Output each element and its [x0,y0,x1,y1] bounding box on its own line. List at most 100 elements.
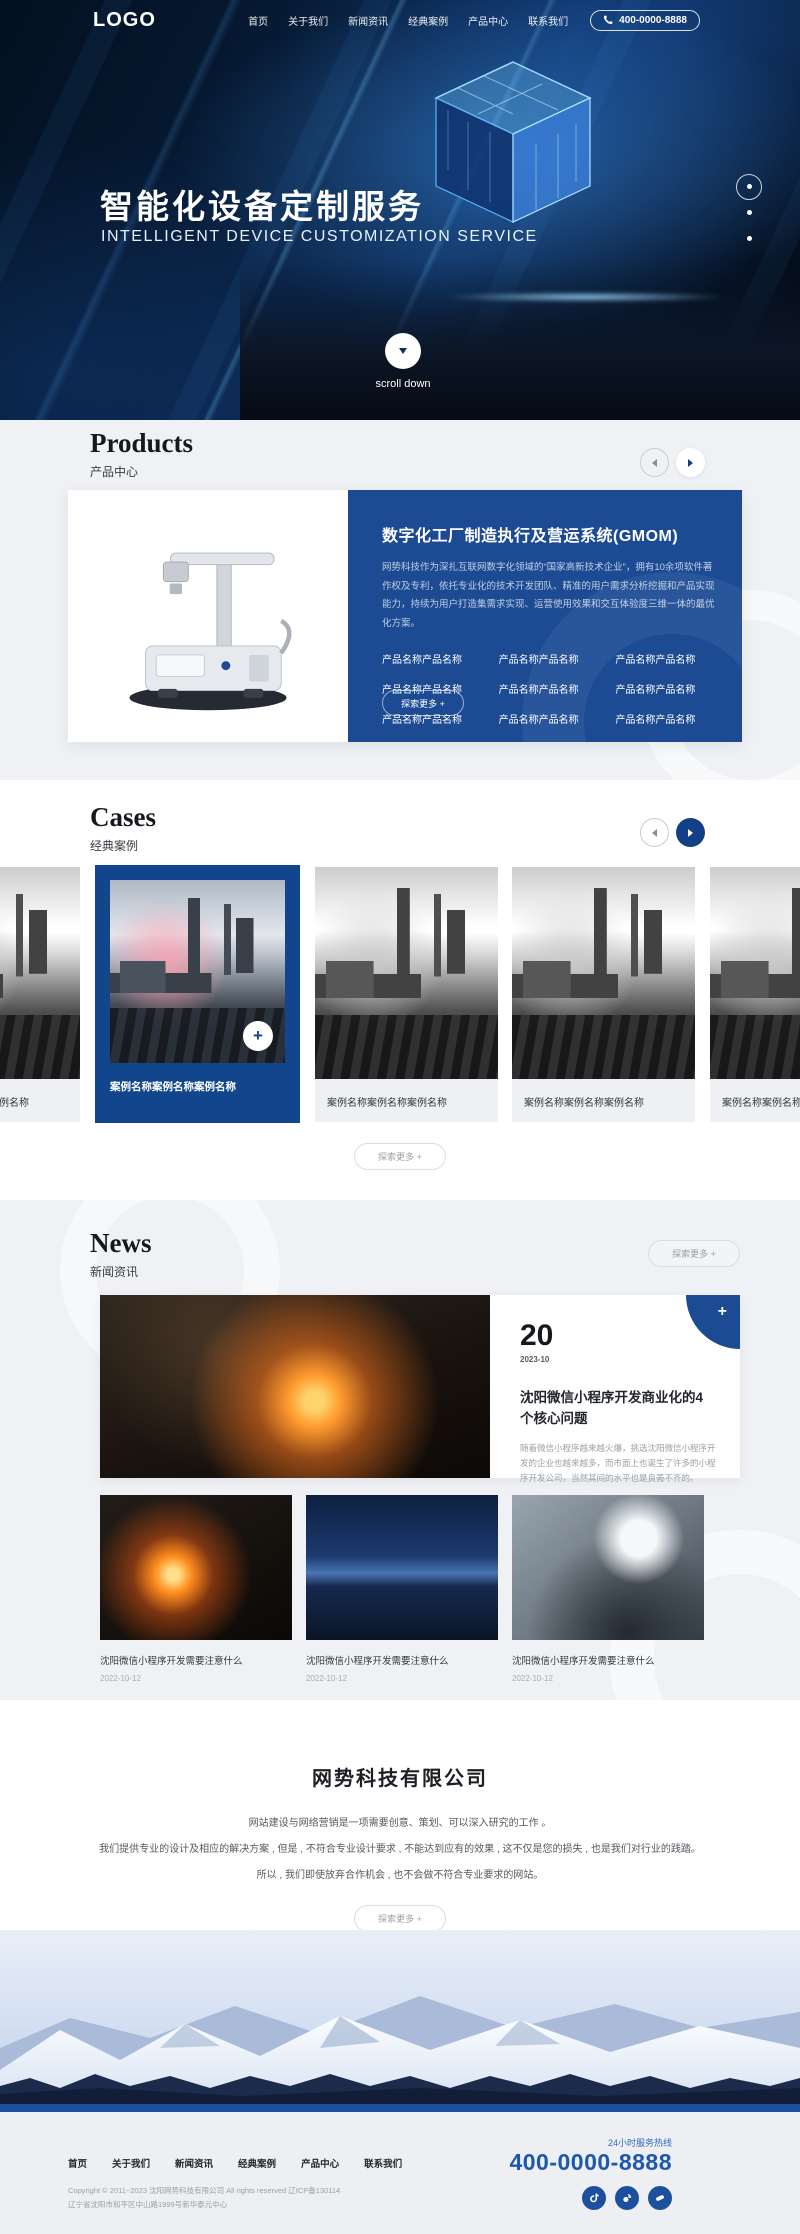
cases-title-en: Cases [90,802,156,833]
toutiao-icon[interactable] [648,2186,672,2210]
hotline-phone: 400-0000-8888 [509,2149,672,2176]
products-carousel-arrows [640,448,705,477]
news-month: 2023-10 [520,1355,720,1364]
products-more-button[interactable]: 探索更多 + [382,690,464,716]
case-card[interactable]: 案例名称案例名称案例名称 [315,867,498,1122]
nav-item-products[interactable]: 产品中心 [468,13,508,28]
cases-more-button[interactable]: 探索更多 + [354,1143,446,1170]
weibo-icon[interactable] [615,2186,639,2210]
news-card[interactable]: 沈阳微信小程序开发需要注意什么 2022-10-12 [512,1495,704,1683]
scroll-down-label: scroll down [368,378,438,390]
arrow-right-icon [688,829,693,837]
social-links [582,2186,672,2210]
products-title-zh: 产品中心 [90,463,193,480]
cases-section-header: Cases 经典案例 [90,802,156,854]
case-caption: 案例名称案例名称案例名称 [710,1079,800,1109]
case-card-active[interactable]: + 案例名称案例名称案例名称 [95,865,300,1123]
nav-item-contact[interactable]: 联系我们 [528,13,568,28]
news-card-row: 沈阳微信小程序开发需要注意什么 2022-10-12 沈阳微信小程序开发需要注意… [100,1495,704,1683]
news-day: 20 [520,1321,720,1351]
featured-news-image [100,1295,490,1478]
scroll-down-indicator: scroll down [368,333,438,390]
hero-glow [440,292,730,302]
footer-nav-news[interactable]: 新闻资讯 [175,2156,213,2170]
nav-item-home[interactable]: 首页 [248,13,268,28]
about-line: 网站建设与网络营销是一项需要创意、策划、可以深入研究的工作 。 [0,1811,800,1837]
copyright: Copyright © 2011~2023 沈阳网势科技有限公司 All rig… [68,2184,340,2213]
cases-carousel-arrows [640,818,705,847]
case-image [0,867,80,1079]
nav-item-cases[interactable]: 经典案例 [408,13,448,28]
news-section: News 新闻资讯 探索更多 + + 20 2023-10 沈阳微信小程序开发商… [0,1200,800,1700]
mountain-photo [0,1930,800,2112]
plus-icon: + [718,1303,727,1321]
blue-divider [0,2104,800,2112]
nav-item-about[interactable]: 关于我们 [288,13,328,28]
footer-nav-about[interactable]: 关于我们 [112,2156,150,2170]
address-line: 辽宁省沈阳市和平区中山路1999号新华泰元中心 [68,2198,340,2212]
footer-nav-cases[interactable]: 经典案例 [238,2156,276,2170]
prev-arrow-button[interactable] [640,448,669,477]
about-more-button[interactable]: 探索更多 + [354,1905,446,1932]
products-title-en: Products [90,428,193,459]
news-card-title[interactable]: 沈阳微信小程序开发需要注意什么 [100,1653,292,1667]
news-card[interactable]: 沈阳微信小程序开发需要注意什么 2022-10-12 [100,1495,292,1683]
hero-dot-2[interactable] [747,210,752,215]
prev-arrow-button[interactable] [640,818,669,847]
news-card-title[interactable]: 沈阳微信小程序开发需要注意什么 [306,1653,498,1667]
about-text: 网站建设与网络营销是一项需要创意、策划、可以深入研究的工作 。 我们提供专业的设… [0,1811,800,1889]
arrow-left-icon [652,829,657,837]
news-card-date: 2022-10-12 [306,1674,498,1683]
case-card[interactable]: 案例名称案例名称案例名称 [512,867,695,1122]
news-title-en: News [90,1228,152,1259]
nav-item-news[interactable]: 新闻资讯 [348,13,388,28]
case-card[interactable]: 案例名称案例名称案例名称 [710,867,800,1122]
about-section: 网势科技有限公司 网站建设与网络营销是一项需要创意、策划、可以深入研究的工作 。… [0,1700,800,1930]
featured-news-card[interactable]: + 20 2023-10 沈阳微信小程序开发商业化的4个核心问题 随着微信小程序… [100,1295,740,1478]
product-title[interactable]: 数字化工厂制造执行及营运系统(GMOM) [382,522,702,546]
hotline-label: 24小时服务热线 [608,2136,672,2149]
footer-nav-products[interactable]: 产品中心 [301,2156,339,2170]
douyin-icon[interactable] [582,2186,606,2210]
news-more-button[interactable]: 探索更多 + [648,1240,740,1267]
hero-title: 智能化设备定制服务 [100,180,424,228]
xray-device-illustration [83,509,333,724]
copyright-line: Copyright © 2011~2023 沈阳网势科技有限公司 All rig… [68,2184,340,2198]
featured-news-title[interactable]: 沈阳微信小程序开发商业化的4个核心问题 [520,1388,715,1430]
hero-banner: LOGO 首页 关于我们 新闻资讯 经典案例 产品中心 联系我们 400-000… [0,0,800,420]
case-caption: 案例名称案例名称案例名称 [512,1079,695,1109]
footer-nav-contact[interactable]: 联系我们 [364,2156,402,2170]
featured-news-panel: + 20 2023-10 沈阳微信小程序开发商业化的4个核心问题 随着微信小程序… [490,1295,740,1478]
product-photo[interactable] [68,490,348,742]
next-arrow-button[interactable] [676,818,705,847]
header-phone-number: 400-0000-8888 [619,15,687,26]
news-card-date: 2022-10-12 [512,1674,704,1683]
product-link[interactable]: 产品名称产品名称 [382,651,499,666]
logo[interactable]: LOGO [93,9,156,32]
page: LOGO 首页 关于我们 新闻资讯 经典案例 产品中心 联系我们 400-000… [0,0,800,2234]
news-card-title[interactable]: 沈阳微信小程序开发需要注意什么 [512,1653,704,1667]
hero-dot-3[interactable] [747,236,752,241]
product-card: 数字化工厂制造执行及营运系统(GMOM) 网势科技作为深扎互联网数字化领域的“国… [68,490,742,742]
news-image [512,1495,704,1640]
top-navigation-bar: LOGO 首页 关于我们 新闻资讯 经典案例 产品中心 联系我们 400-000… [0,0,800,40]
case-caption: 案例名称案例名称案例名称 [315,1079,498,1109]
hero-dot-1-active[interactable] [747,184,752,189]
arrow-left-icon [652,459,657,467]
plus-icon[interactable]: + [243,1021,273,1051]
hero-subtitle: INTELLIGENT DEVICE CUSTOMIZATION SERVICE [101,228,538,246]
case-card[interactable]: 案例名称案例名称案例名称 [0,867,80,1122]
footer-nav-home[interactable]: 首页 [68,2156,87,2170]
main-nav: 首页 关于我们 新闻资讯 经典案例 产品中心 联系我们 [248,13,568,28]
scroll-down-button[interactable] [385,333,421,369]
header-phone-button[interactable]: 400-0000-8888 [590,10,700,31]
cases-carousel: 案例名称案例名称案例名称 + 案例名称案例名称案例名称 案例名称案例名称案例名称… [0,865,800,1127]
company-name: 网势科技有限公司 [0,1700,800,1791]
news-card[interactable]: 沈阳微信小程序开发需要注意什么 2022-10-12 [306,1495,498,1683]
case-image [710,867,800,1079]
case-image [512,867,695,1079]
footer-nav: 首页 关于我们 新闻资讯 经典案例 产品中心 联系我们 [68,2156,402,2170]
footer: 首页 关于我们 新闻资讯 经典案例 产品中心 联系我们 Copyright © … [0,2112,800,2234]
next-arrow-button[interactable] [676,448,705,477]
products-section: Products 产品中心 [0,420,800,780]
